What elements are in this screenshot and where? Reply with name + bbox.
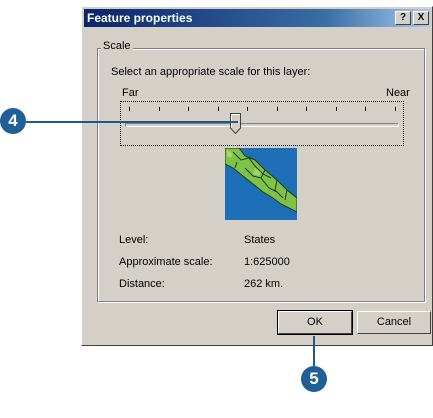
approximate-scale-label: Approximate scale: — [119, 256, 213, 268]
level-label: Level: — [119, 234, 149, 246]
slider-tick — [365, 107, 367, 111]
slider-tick — [335, 107, 337, 111]
approximate-scale-value: 1:625000 — [244, 256, 290, 268]
scale-slider[interactable] — [120, 101, 404, 146]
callout-5-leader-line — [313, 336, 315, 366]
slider-track[interactable] — [125, 123, 399, 127]
layer-map-thumbnail — [225, 148, 297, 220]
slider-tick — [395, 107, 396, 111]
slider-tick — [276, 107, 278, 111]
title-bar[interactable]: Feature properties ? X — [84, 9, 430, 27]
ok-button[interactable]: OK — [277, 310, 353, 335]
level-value: States — [244, 234, 276, 246]
slider-thumb[interactable] — [230, 113, 242, 134]
callout-4-leader-line — [26, 121, 238, 123]
distance-label: Distance: — [119, 278, 165, 290]
slider-tick — [217, 107, 219, 111]
cancel-button[interactable]: Cancel — [357, 311, 431, 334]
near-label: Near — [386, 87, 410, 99]
dialog-title: Feature properties — [87, 11, 193, 25]
close-button[interactable]: X — [413, 11, 429, 25]
callout-4-badge: 4 — [0, 108, 26, 134]
scale-instruction: Select an appropriate scale for this lay… — [111, 66, 311, 78]
help-button[interactable]: ? — [395, 11, 411, 25]
slider-tick — [247, 107, 249, 111]
far-label: Far — [122, 87, 139, 99]
slider-tick — [129, 107, 130, 111]
scale-group-legend: Scale — [101, 40, 133, 52]
distance-value: 262 km. — [244, 278, 284, 290]
slider-tick — [188, 107, 190, 111]
slider-tick — [158, 107, 160, 111]
slider-tick — [306, 107, 308, 111]
callout-5-badge: 5 — [301, 366, 327, 392]
